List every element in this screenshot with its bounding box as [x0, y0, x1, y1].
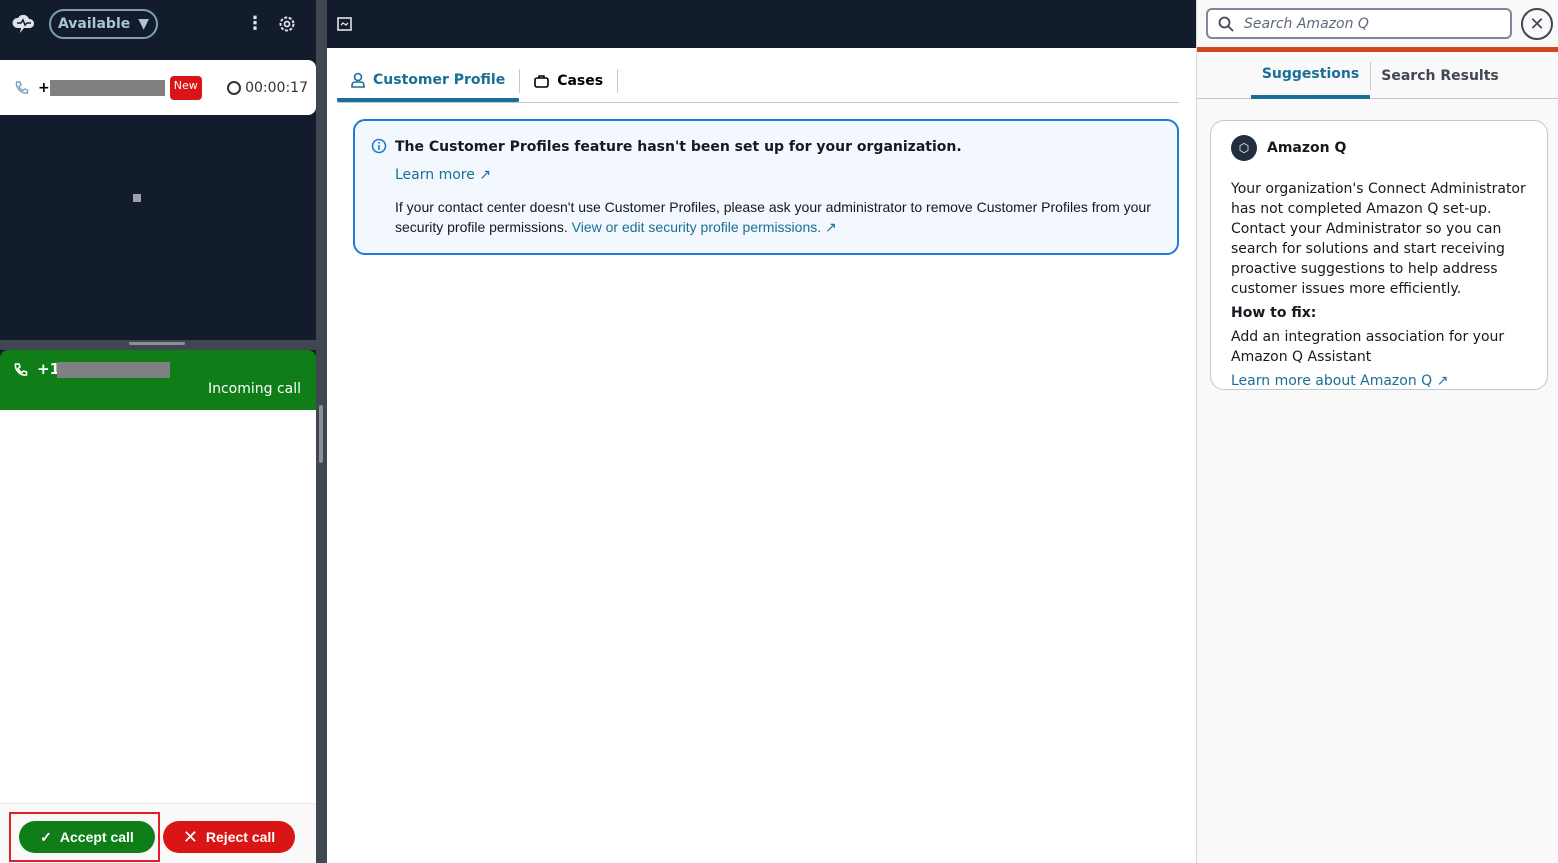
accept-label: Accept call: [59, 829, 134, 845]
tab-suggestions[interactable]: Suggestions: [1251, 52, 1370, 99]
tab-label: Suggestions: [1261, 65, 1360, 82]
tab-search-results[interactable]: Search Results: [1371, 52, 1509, 99]
search-amazon-q-input[interactable]: Search Amazon Q: [1206, 8, 1512, 39]
contact-details-area: [0, 410, 316, 803]
tab-label: Cases: [557, 73, 604, 89]
user-icon: [351, 72, 365, 88]
check-icon: ✓: [40, 828, 52, 845]
clock-icon: [227, 80, 242, 95]
tab-label: Search Results: [1381, 67, 1499, 84]
amazon-q-panel: Search Amazon Q ✕ Suggestions Search Res…: [1196, 0, 1558, 863]
status-label: Available: [57, 16, 131, 32]
learn-more-amazon-q-link[interactable]: Learn more about Amazon Q: [1231, 373, 1432, 389]
amazon-q-card: ⬡ Amazon Q Your organization's Connect Ad…: [1210, 120, 1548, 390]
close-icon: ✕: [182, 826, 198, 847]
amazon-q-logo-icon: ⬡: [1231, 135, 1257, 161]
security-permissions-link[interactable]: View or edit security profile permission…: [572, 219, 822, 235]
close-button[interactable]: ✕: [1521, 8, 1553, 40]
briefcase-icon: [534, 75, 550, 88]
close-icon: ✕: [1529, 13, 1545, 35]
external-link-icon: ↗: [479, 167, 492, 183]
alert-title: The Customer Profiles feature hasn't bee…: [395, 139, 962, 155]
search-placeholder: Search Amazon Q: [1244, 15, 1369, 32]
placeholder-dot: [133, 194, 141, 202]
redacted-number: [49, 79, 165, 96]
contact-phone: +: [38, 79, 50, 96]
reject-label: Reject call: [205, 829, 276, 845]
redacted-number: [57, 362, 170, 378]
card-title: Amazon Q: [1267, 140, 1347, 156]
phone-icon: [14, 363, 28, 376]
workspace-tabs: Customer Profile Cases: [337, 62, 1179, 103]
contact-card[interactable]: + New 00:00:17: [0, 60, 316, 115]
external-link-icon: ↗: [825, 219, 837, 235]
how-to-fix-heading: How to fix:: [1231, 305, 1317, 321]
incoming-call-label: Incoming call: [207, 381, 301, 397]
calendar-icon[interactable]: [337, 16, 352, 31]
learn-more-link[interactable]: Learn more: [395, 167, 475, 183]
settings-gear-icon[interactable]: [278, 15, 296, 33]
phone-icon: [15, 80, 29, 94]
workspace-header: [327, 0, 1196, 48]
incoming-contact[interactable]: +1 Incoming call: [0, 350, 316, 410]
agent-status-dropdown[interactable]: Available ▼: [49, 9, 158, 39]
card-body: Your organization's Connect Administrato…: [1231, 181, 1526, 297]
reject-call-button[interactable]: ✕ Reject call: [163, 821, 295, 853]
call-actions: ✓ Accept call ✕ Reject call: [0, 803, 316, 863]
more-options-icon[interactable]: ⋮: [246, 13, 264, 34]
ccp-panel: Available ▼ ⋮ + New 00:00:17 +1 Incoming …: [0, 0, 316, 863]
fix-text: Add an integration association for your …: [1231, 329, 1505, 365]
accept-call-button[interactable]: ✓ Accept call: [19, 821, 155, 853]
tab-label: Customer Profile: [373, 72, 506, 88]
scrollbar[interactable]: [316, 0, 327, 863]
contact-timer: 00:00:17: [245, 79, 308, 96]
info-alert: The Customer Profiles feature hasn't bee…: [353, 119, 1179, 255]
tab-customer-profile[interactable]: Customer Profile: [337, 62, 520, 102]
search-icon: [1218, 16, 1234, 32]
resize-handle[interactable]: [0, 340, 316, 350]
cloud-health-icon: [12, 14, 35, 33]
external-link-icon: ↗: [1436, 373, 1449, 389]
info-icon: [371, 138, 387, 154]
new-badge: New: [169, 75, 202, 100]
tab-cases[interactable]: Cases: [520, 62, 617, 100]
caret-down-icon: ▼: [138, 16, 150, 32]
